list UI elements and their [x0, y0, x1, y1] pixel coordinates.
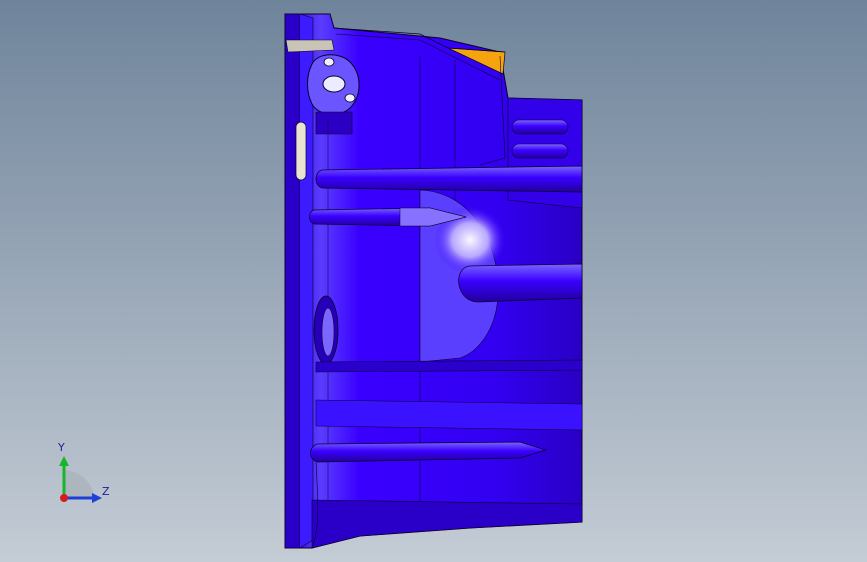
flange-grey-strip [285, 39, 335, 53]
left-slot [295, 121, 307, 181]
rib-upper [315, 165, 583, 193]
ear-hole-upper [323, 57, 335, 67]
side-pocket-inner [321, 307, 335, 357]
coordinate-triad: Y Z [50, 440, 120, 510]
z-axis-arrow [92, 493, 102, 503]
ear-hole-lower [344, 93, 356, 103]
rib-small-1 [511, 119, 569, 135]
model-view[interactable] [0, 0, 867, 562]
lower-panel [315, 399, 583, 431]
x-axis-dot [60, 494, 68, 502]
flange-face [284, 13, 301, 549]
ear-boss [315, 111, 353, 135]
rib-middle [458, 263, 583, 303]
y-axis-arrow [59, 456, 69, 466]
lower-band [315, 359, 583, 373]
rib-small-2 [511, 143, 569, 159]
y-axis-label: Y [58, 441, 65, 454]
triad-plane [64, 470, 94, 498]
ear-hole-center [322, 75, 346, 93]
cad-viewport[interactable]: Y Z [0, 0, 867, 562]
z-axis-label: Z [102, 485, 110, 498]
